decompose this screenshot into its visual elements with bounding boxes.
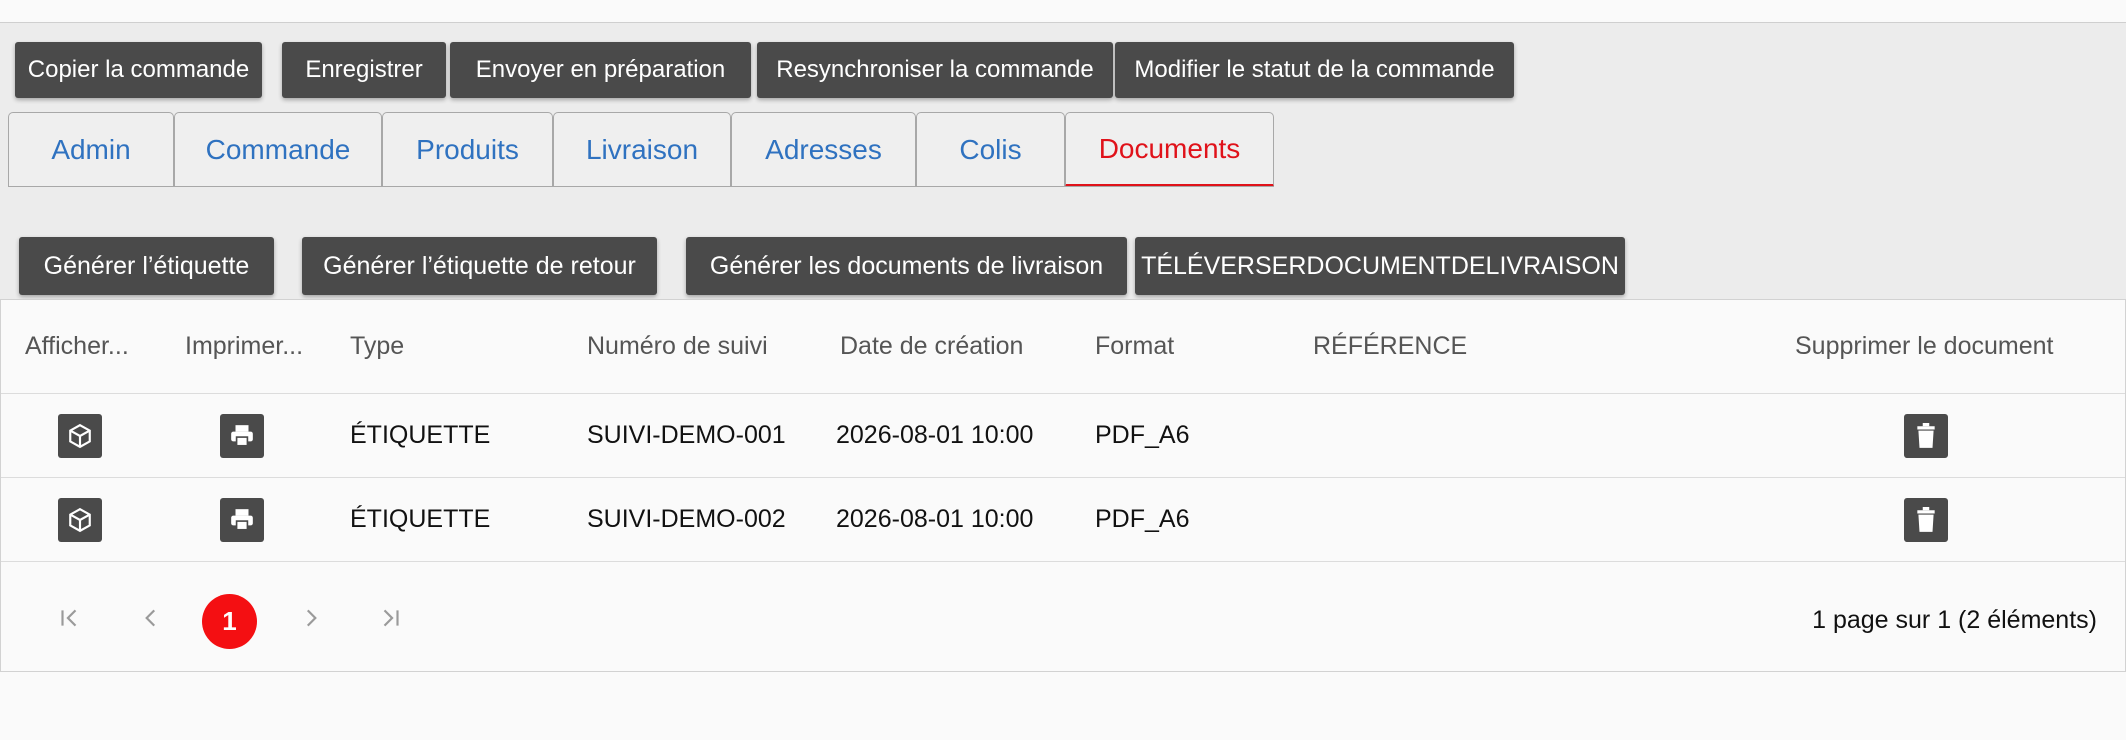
generate-return-label-button[interactable]: Générer l’étiquette de retour [302, 237, 657, 295]
table-row: ÉTIQUETTE SUIVI-DEMO-002 2026-08-01 10:0… [1, 478, 2125, 562]
grid-header: Afficher... Imprimer... Type Numéro de s… [1, 300, 2125, 394]
header-print[interactable]: Imprimer... [185, 300, 303, 393]
tab-divider [8, 186, 1274, 187]
next-page-button[interactable] [285, 592, 337, 644]
cell-show [58, 478, 102, 561]
header-format[interactable]: Format [1095, 300, 1174, 393]
page-1-button[interactable]: 1 [202, 594, 257, 649]
pager-info: 1 page sur 1 (2 éléments) [1812, 605, 2097, 634]
cell-created: 2026-08-01 10:00 [836, 421, 1034, 449]
cell-delete [1904, 478, 1948, 561]
previous-page-button[interactable] [125, 592, 177, 644]
cell-tracking: SUIVI-DEMO-002 [587, 505, 786, 533]
upload-delivery-document-button[interactable]: TÉLÉVERSERDOCUMENTDELIVRAISON [1135, 237, 1625, 295]
header-reference[interactable]: RÉFÉRENCE [1313, 300, 1467, 393]
cell-print [220, 478, 264, 561]
top-bar [0, 0, 2126, 23]
change-order-status-button[interactable]: Modifier le statut de la commande [1115, 42, 1514, 98]
printer-icon[interactable] [220, 497, 264, 542]
table-row: ÉTIQUETTE SUIVI-DEMO-001 2026-08-01 10:0… [1, 394, 2125, 478]
printer-icon[interactable] [220, 413, 264, 458]
tab-colis[interactable]: Colis [916, 112, 1065, 187]
tab-produits[interactable]: Produits [382, 112, 553, 187]
header-created[interactable]: Date de création [840, 300, 1023, 393]
trash-icon[interactable] [1904, 413, 1948, 458]
tab-documents[interactable]: Documents [1065, 112, 1274, 187]
resync-order-button[interactable]: Resynchroniser la commande [757, 42, 1113, 98]
tab-adresses[interactable]: Adresses [731, 112, 916, 187]
bottom-area [0, 672, 2126, 740]
generate-label-button[interactable]: Générer l’étiquette [19, 237, 274, 295]
generate-delivery-documents-button[interactable]: Générer les documents de livraison [686, 237, 1127, 295]
header-tracking[interactable]: Numéro de suivi [587, 300, 768, 393]
package-icon[interactable] [58, 413, 102, 458]
send-to-preparation-button[interactable]: Envoyer en préparation [450, 42, 751, 98]
save-button[interactable]: Enregistrer [282, 42, 446, 98]
tab-admin[interactable]: Admin [8, 112, 174, 187]
tab-livraison[interactable]: Livraison [553, 112, 731, 187]
cell-tracking: SUIVI-DEMO-001 [587, 421, 786, 449]
cell-format: PDF_A6 [1095, 421, 1190, 449]
header-show[interactable]: Afficher... [25, 300, 129, 393]
cell-print [220, 394, 264, 477]
cell-type: ÉTIQUETTE [350, 421, 491, 449]
cell-delete [1904, 394, 1948, 477]
header-type[interactable]: Type [350, 300, 404, 393]
cell-created: 2026-08-01 10:00 [836, 505, 1034, 533]
cell-format: PDF_A6 [1095, 505, 1190, 533]
header-delete[interactable]: Supprimer le document [1795, 300, 2053, 393]
cell-type: ÉTIQUETTE [350, 505, 491, 533]
first-page-button[interactable] [43, 592, 95, 644]
trash-icon[interactable] [1904, 497, 1948, 542]
documents-grid: Afficher... Imprimer... Type Numéro de s… [0, 299, 2126, 672]
package-icon[interactable] [58, 497, 102, 542]
last-page-button[interactable] [365, 592, 417, 644]
cell-show [58, 394, 102, 477]
pager: 1 1 page sur 1 (2 éléments) [1, 562, 2125, 672]
copy-order-button[interactable]: Copier la commande [15, 42, 262, 98]
tab-commande[interactable]: Commande [174, 112, 382, 187]
